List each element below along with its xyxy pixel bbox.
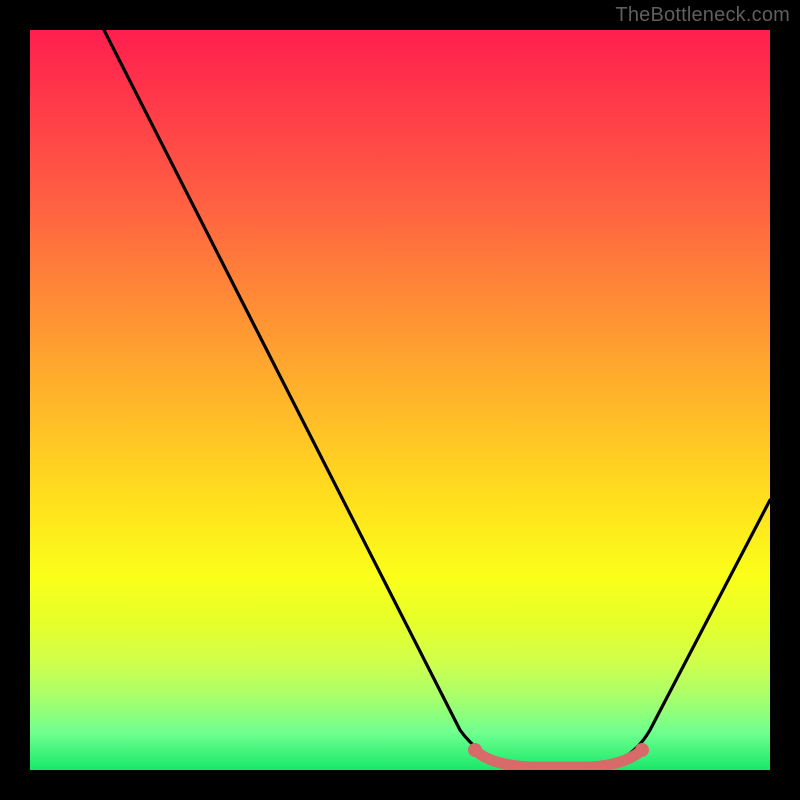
plot-area bbox=[30, 30, 770, 770]
bottleneck-curve bbox=[104, 30, 770, 767]
chart-frame: TheBottleneck.com bbox=[0, 0, 800, 800]
optimal-zone-highlight bbox=[475, 750, 642, 767]
watermark-label: TheBottleneck.com bbox=[615, 4, 790, 27]
optimal-zone-dot-right bbox=[635, 743, 649, 757]
curve-layer bbox=[30, 30, 770, 770]
optimal-zone-dot-left bbox=[468, 743, 482, 757]
